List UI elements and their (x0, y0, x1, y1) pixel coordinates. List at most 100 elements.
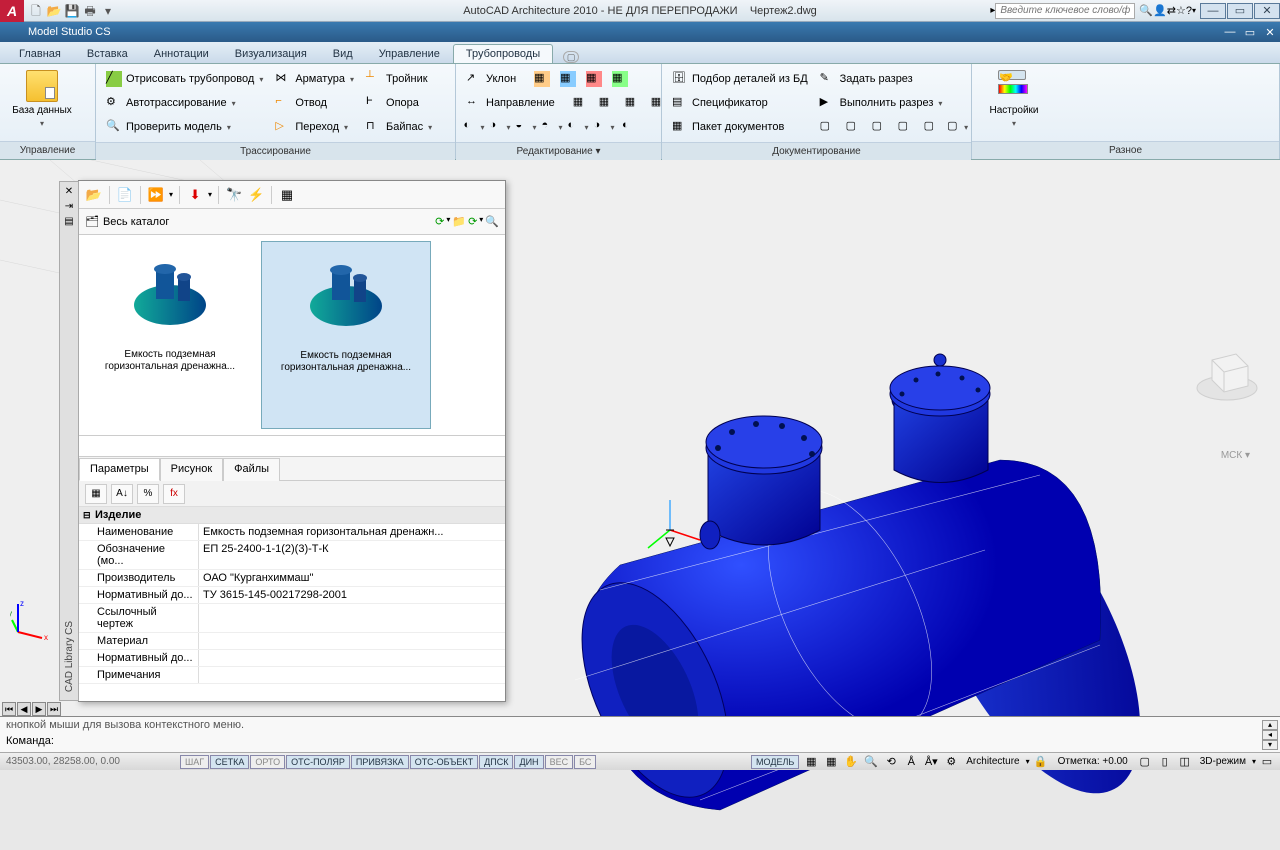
palette-pin-icon[interactable]: ⇥ (65, 201, 73, 212)
sort-func-button[interactable]: fx (163, 484, 185, 504)
status-3d-mode[interactable]: 3D-режим (1196, 756, 1250, 767)
status-orbit-icon[interactable]: ⟲ (882, 755, 900, 769)
status-ws-icon[interactable]: ⚙ (942, 755, 960, 769)
search-input[interactable] (995, 3, 1135, 19)
check-model-button[interactable]: 🔍Проверить модель▾ (102, 116, 267, 138)
status-surf-icon[interactable]: ◫ (1176, 755, 1194, 769)
ribbon-expand-icon[interactable]: ▢ (563, 51, 579, 63)
edit-dd-4[interactable]: ◓▾ (540, 116, 564, 138)
edit-icon-5[interactable]: ▦ (569, 92, 593, 114)
tab-last-icon[interactable]: ⏭ (47, 702, 61, 716)
pal-marker-icon[interactable]: ⬇ (186, 186, 204, 204)
ucs-icon[interactable]: x y z (10, 600, 50, 640)
exchange-icon[interactable]: ⇄ (1167, 4, 1176, 17)
pal-refresh2-icon[interactable]: ⟳ (468, 215, 477, 228)
support-button[interactable]: ⱵОпора (362, 92, 436, 114)
prop-row[interactable]: НаименованиеЕмкость подземная горизонтал… (79, 524, 505, 541)
3d-model[interactable] (500, 330, 1260, 850)
doc-i4[interactable]: ▢ (894, 116, 918, 138)
thumb-item[interactable]: Емкость подземная горизонтальная дренажн… (85, 241, 255, 429)
doc-i2[interactable]: ▢ (842, 116, 866, 138)
tab-prev-icon[interactable]: ◀ (17, 702, 31, 716)
edit-dd-2[interactable]: ◑▾ (488, 116, 512, 138)
ptab-params[interactable]: Параметры (79, 458, 160, 481)
palette-menu-icon[interactable]: ▤ (64, 216, 73, 227)
database-button[interactable]: База данных ▾ (6, 68, 78, 137)
prop-row[interactable]: Ссылочный чертеж (79, 604, 505, 633)
prop-row[interactable]: Нормативный до...ТУ 3615-145-00217298-20… (79, 587, 505, 604)
status-pan-icon[interactable]: ✋ (842, 755, 860, 769)
slope-button[interactable]: ↗Уклон (462, 68, 520, 90)
edit-dd-1[interactable]: ◐▾ (462, 116, 486, 138)
direction-button[interactable]: ↔Направление (462, 92, 559, 114)
cmd-left-icon[interactable]: ◂ (1262, 730, 1278, 740)
qat-open-icon[interactable]: 📂 (46, 3, 62, 19)
app-icon[interactable]: A (0, 0, 24, 22)
qat-more-icon[interactable]: ▾ (100, 3, 116, 19)
set-section-button[interactable]: ✎Задать разрез (816, 68, 970, 90)
qat-plot-icon[interactable]: 🖶 (82, 3, 98, 19)
tab-annotations[interactable]: Аннотации (141, 44, 222, 63)
close-button[interactable]: ✕ (1254, 3, 1280, 19)
viewcube[interactable] (1192, 340, 1262, 410)
catalog-label[interactable]: Весь каталог (103, 216, 169, 228)
fav-icon[interactable]: ☆ (1176, 4, 1186, 17)
tab-home[interactable]: Главная (6, 44, 74, 63)
pal-layout-icon[interactable]: ▦ (278, 186, 296, 204)
sort-cat-button[interactable]: ▦ (85, 484, 107, 504)
ptab-files[interactable]: Файлы (223, 458, 280, 481)
tab-manage[interactable]: Управление (366, 44, 453, 63)
status-coords[interactable]: 43503.00, 28258.00, 0.00 (0, 756, 180, 767)
doc-i5[interactable]: ▢ (920, 116, 944, 138)
tee-button[interactable]: ┴Тройник (362, 68, 436, 90)
status-door-icon[interactable]: ▯ (1156, 755, 1174, 769)
cmd-up-icon[interactable]: ▴ (1262, 720, 1278, 730)
draw-pipe-button[interactable]: ╱Отрисовать трубопровод▾ (102, 68, 267, 90)
toggle-ortho[interactable]: ОРТО (250, 755, 285, 769)
minimize-button[interactable]: — (1200, 3, 1226, 19)
status-replace-icon[interactable]: ▢ (1136, 755, 1154, 769)
tab-visualization[interactable]: Визуализация (222, 44, 320, 63)
edit-icon-1[interactable]: ▦ (530, 68, 554, 90)
pal-binoc-icon[interactable]: 🔭 (225, 186, 243, 204)
cmd-prompt[interactable]: Команда: (6, 735, 1274, 747)
doc-i1[interactable]: ▢ (816, 116, 840, 138)
palette-thumbnails[interactable]: Емкость подземная горизонтальная дренажн… (79, 235, 505, 435)
edit-dd-3[interactable]: ◒▾ (514, 116, 538, 138)
pal-forward-icon[interactable]: ⏩ (147, 186, 165, 204)
autotrace-button[interactable]: ⚙Автотрассирование▾ (102, 92, 267, 114)
viewcube-label[interactable]: МСК ▾ (1221, 450, 1250, 461)
edit-icon-6[interactable]: ▦ (595, 92, 619, 114)
prop-group-header[interactable]: ⊟Изделие (79, 507, 505, 524)
toggle-dyn[interactable]: ДИН (514, 755, 543, 769)
status-ann-icon[interactable]: Å (902, 755, 920, 769)
prop-row[interactable]: Примечания (79, 667, 505, 684)
tab-pipes[interactable]: Трубопроводы (453, 44, 553, 63)
child-close-button[interactable]: ✕ (1260, 26, 1280, 39)
specifier-button[interactable]: ▤Спецификатор (668, 92, 812, 114)
maximize-button[interactable]: ▭ (1227, 3, 1253, 19)
edit-icon-4[interactable]: ▦ (608, 68, 632, 90)
edit-icon-3[interactable]: ▦ (582, 68, 606, 90)
prop-row[interactable]: Обозначение (мо...ЕП 25-2400-1-1(2)(3)-Т… (79, 541, 505, 570)
prop-row[interactable]: Материал (79, 633, 505, 650)
prop-row[interactable]: Нормативный до... (79, 650, 505, 667)
pal-copy-icon[interactable]: 📄 (116, 186, 134, 204)
panel-label[interactable]: Редактирование ▾ (456, 142, 661, 160)
palette-properties[interactable]: ⊟Изделие НаименованиеЕмкость подземная г… (79, 507, 505, 701)
tab-insert[interactable]: Вставка (74, 44, 141, 63)
reducer-button[interactable]: ▷Переход▾ (271, 116, 358, 138)
doc-i6[interactable]: ▢▾ (946, 116, 970, 138)
edit-icon-7[interactable]: ▦ (621, 92, 645, 114)
child-minimize-button[interactable]: — (1220, 26, 1240, 39)
ptab-drawing[interactable]: Рисунок (160, 458, 224, 481)
comm-icon[interactable]: 👤 (1153, 4, 1167, 17)
toggle-grid[interactable]: СЕТКА (210, 755, 249, 769)
pal-open-icon[interactable]: 📂 (85, 186, 103, 204)
pal-folder-icon[interactable]: 📁 (452, 215, 466, 228)
toggle-qp[interactable]: БС (574, 755, 596, 769)
command-line[interactable]: кнопкой мыши для вызова контекстного мен… (0, 716, 1280, 752)
pal-flash-icon[interactable]: ⚡ (247, 186, 265, 204)
bypass-button[interactable]: ⊓Байпас▾ (362, 116, 436, 138)
qat-save-icon[interactable]: 💾 (64, 3, 80, 19)
